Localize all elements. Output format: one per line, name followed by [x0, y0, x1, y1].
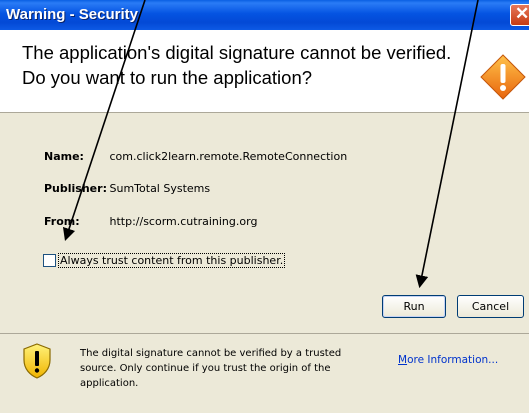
dialog-header: The application's digital signature cann…: [0, 30, 529, 113]
window-title: Warning - Security: [6, 6, 138, 23]
run-button[interactable]: Run: [382, 295, 446, 318]
footer-message: The digital signature cannot be verified…: [80, 348, 342, 389]
more-information-link[interactable]: More Information...: [398, 354, 498, 366]
cancel-button[interactable]: Cancel: [457, 295, 524, 318]
publisher-value: SumTotal Systems: [109, 182, 211, 195]
warning-headline: The application's digital signature cann…: [22, 42, 452, 88]
close-icon: ✕: [515, 4, 529, 23]
name-value: com.click2learn.remote.RemoteConnection: [109, 150, 348, 163]
publisher-label: Publisher:: [44, 182, 107, 195]
security-warning-dialog: Warning - Security ✕ The application's d…: [0, 0, 529, 413]
trust-publisher-label[interactable]: Always trust content from this publisher…: [58, 253, 286, 268]
close-button[interactable]: ✕: [510, 4, 529, 26]
from-value: http://scorm.cutraining.org: [109, 215, 258, 228]
name-label: Name:: [44, 150, 84, 163]
from-label: From:: [44, 215, 80, 228]
warning-shield-icon: [23, 343, 51, 379]
trust-publisher-checkbox[interactable]: [43, 254, 56, 267]
from-row: From: http://scorm.cutraining.org: [44, 215, 257, 228]
title-bar[interactable]: Warning - Security ✕: [0, 0, 529, 30]
warning-diamond-icon: [480, 54, 526, 100]
dialog-footer: The digital signature cannot be verified…: [0, 334, 529, 413]
name-row: Name: com.click2learn.remote.RemoteConne…: [44, 150, 347, 163]
publisher-row: Publisher: SumTotal Systems: [44, 182, 210, 195]
